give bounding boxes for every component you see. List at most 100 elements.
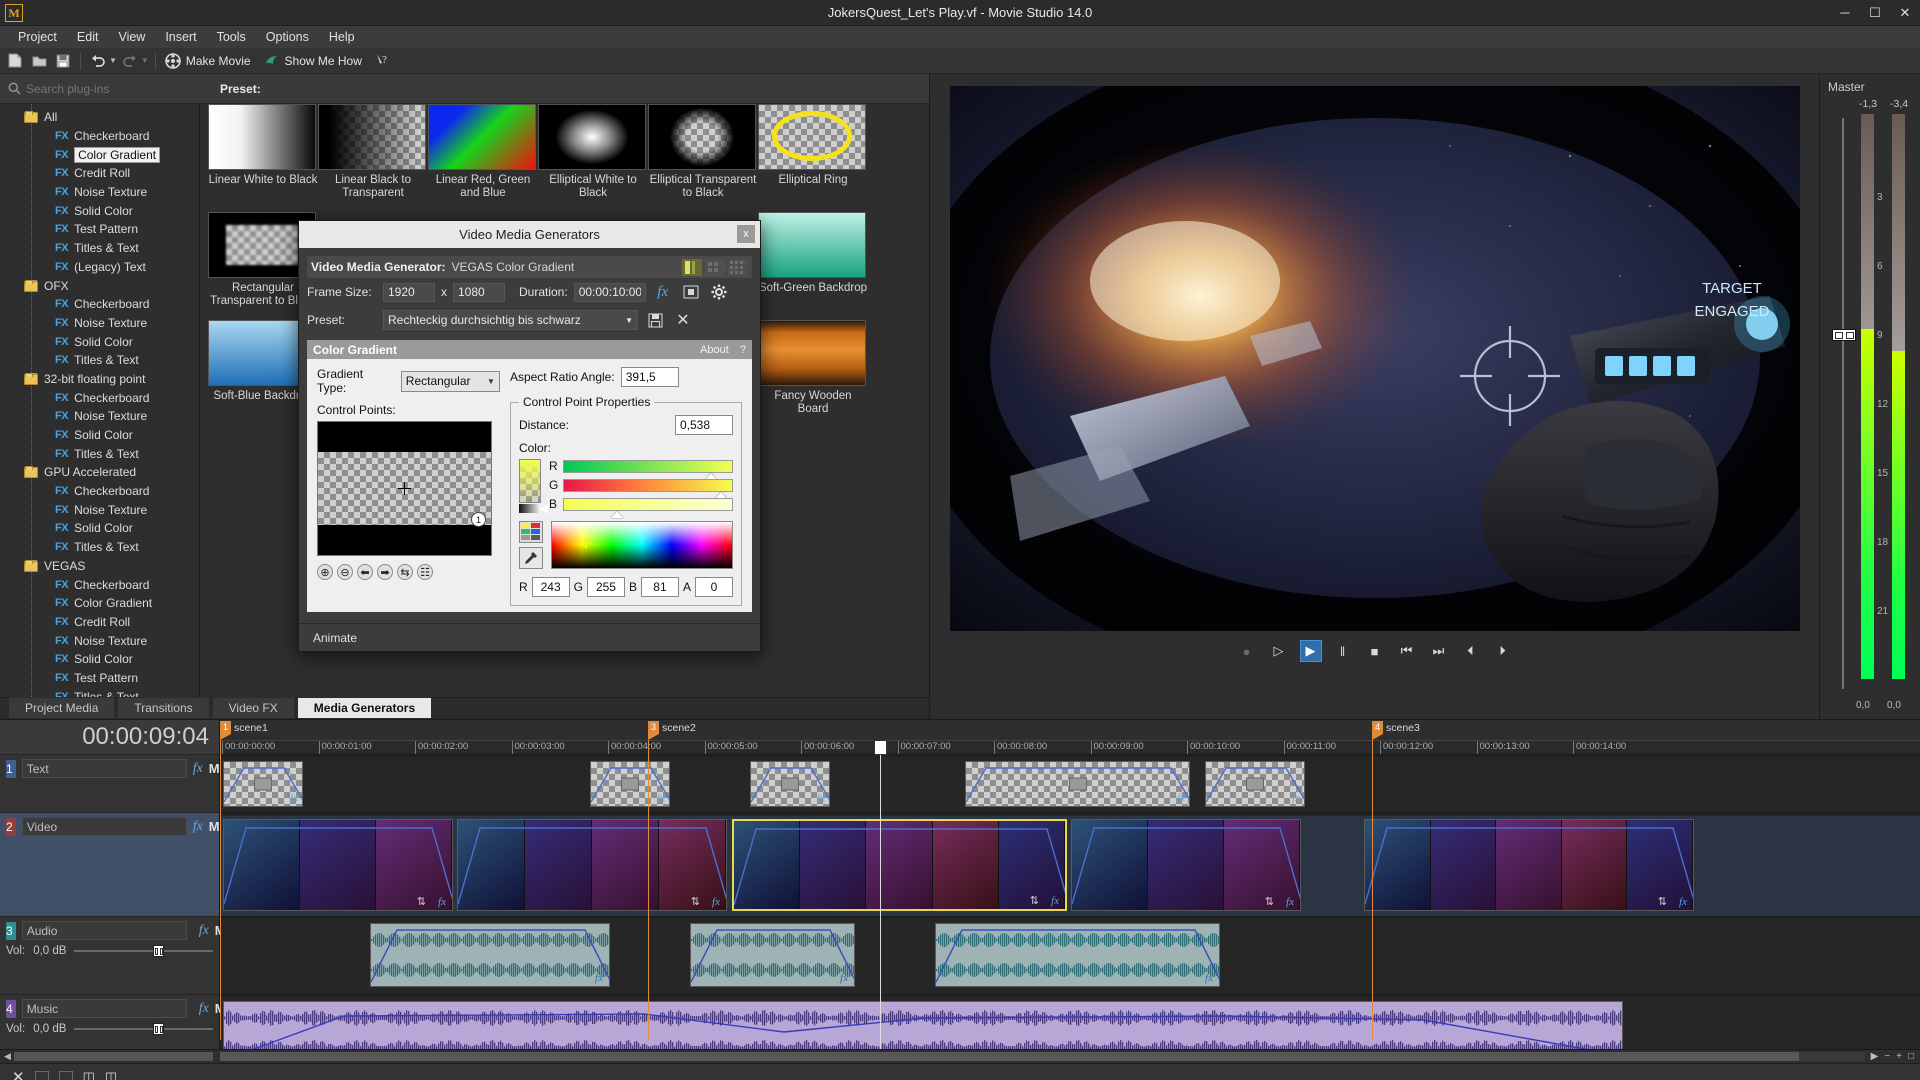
tree-item-checkerboard[interactable]: FXCheckerboard — [0, 295, 199, 314]
marker-row[interactable]: 1scene13scene24scene3 — [220, 720, 1920, 740]
gradient-type-select[interactable]: Rectangular ▼ — [401, 371, 500, 392]
track-lane[interactable]: fxfxfx — [220, 920, 1920, 995]
enable-snapping-icon[interactable] — [35, 1071, 49, 1080]
show-me-how-icon[interactable] — [261, 50, 283, 72]
close-icon[interactable]: ✕ — [12, 1068, 25, 1080]
playhead[interactable] — [880, 740, 881, 1049]
timeline-clip[interactable]: fx — [223, 761, 303, 807]
timeline-clip[interactable]: ⇅fx — [223, 819, 453, 911]
timeline-clip[interactable]: ⇅fx — [1071, 819, 1301, 911]
make-movie-icon[interactable] — [162, 50, 184, 72]
tree-item-titles-text[interactable]: FXTitles & Text — [0, 444, 199, 463]
preset-item[interactable]: Linear Black to Transparent — [318, 104, 428, 200]
track-name-input[interactable] — [22, 817, 187, 836]
tree-item-titles-text[interactable]: FXTitles & Text — [0, 687, 199, 697]
menu-item-edit[interactable]: Edit — [67, 27, 109, 47]
tab-transitions[interactable]: Transitions — [117, 697, 209, 719]
eyedropper-icon[interactable] — [519, 547, 543, 569]
tree-group-32-bit-floating-point[interactable]: −32-bit floating point — [0, 370, 199, 389]
tree-group-all[interactable]: −All — [0, 108, 199, 127]
preset-item[interactable]: Fancy Wooden Board — [758, 320, 868, 416]
tree-item-noise-texture[interactable]: FXNoise Texture — [0, 183, 199, 202]
timeline-clip[interactable]: fx — [1205, 761, 1305, 807]
timeline-clip[interactable]: fx — [935, 923, 1220, 987]
panel-tab-bar[interactable]: Project MediaTransitionsVideo FXMedia Ge… — [0, 697, 929, 719]
frame-width-input[interactable] — [383, 283, 435, 302]
alpha-gradient-strip[interactable] — [519, 504, 541, 513]
play-from-start-button[interactable]: ▷ — [1268, 640, 1290, 662]
gear-icon[interactable] — [708, 282, 730, 302]
zoom-out-button[interactable]: − — [1884, 1051, 1890, 1062]
tree-item-test-pattern[interactable]: FXTest Pattern — [0, 220, 199, 239]
undo-dropdown-icon[interactable]: ▼ — [109, 56, 117, 65]
tree-item-noise-texture[interactable]: FXNoise Texture — [0, 631, 199, 650]
tab-project-media[interactable]: Project Media — [8, 697, 115, 719]
track-fx-button[interactable]: fx — [193, 819, 203, 835]
envelope-tool-icon[interactable]: ◫ — [105, 1069, 117, 1080]
stop-button[interactable]: ■ — [1364, 640, 1386, 662]
control-point-center-handle[interactable] — [398, 482, 411, 495]
split-view-icon[interactable] — [705, 259, 725, 276]
track-header-video[interactable]: 2fxMS — [0, 813, 219, 917]
preset-thumbnail[interactable] — [758, 320, 866, 386]
tree-item-color-gradient[interactable]: FXColor Gradient — [0, 594, 199, 613]
tree-item-solid-color[interactable]: FXSolid Color — [0, 650, 199, 669]
preset-thumbnail[interactable] — [428, 104, 536, 170]
preset-item[interactable]: Elliptical Ring — [758, 104, 868, 187]
animate-label[interactable]: Animate — [313, 631, 357, 645]
distribute-points-button[interactable]: ☷ — [417, 564, 433, 580]
preset-item[interactable]: Elliptical White to Black — [538, 104, 648, 200]
rgba-value-row[interactable]: RGBA — [519, 577, 733, 597]
zoom-in-button[interactable]: + — [1896, 1051, 1902, 1062]
track-name-input[interactable] — [22, 759, 187, 778]
track-header-audio[interactable]: 3fxMSVol:0,0 dB — [0, 917, 219, 995]
horizontal-scroll-track[interactable] — [220, 1052, 1865, 1061]
scroll-right-arrow-icon[interactable]: ▶ — [1871, 1051, 1879, 1062]
go-to-start-button[interactable]: ⏮ — [1396, 640, 1418, 662]
tree-item-credit-roll[interactable]: FXCredit Roll — [0, 613, 199, 632]
video-media-generators-dialog[interactable]: Video Media Generators x Video Media Gen… — [298, 220, 761, 652]
tree-group-ofx[interactable]: −OFX — [0, 276, 199, 295]
timeline-clip[interactable]: ⇅fx — [732, 819, 1067, 911]
preset-thumbnail[interactable] — [538, 104, 646, 170]
tree-item-noise-texture[interactable]: FXNoise Texture — [0, 407, 199, 426]
preset-thumbnail[interactable] — [318, 104, 426, 170]
pause-button[interactable]: ‖ — [1332, 640, 1354, 662]
control-point-buttons[interactable]: ⊕ ⊖ ⬅ ➡ ⇆ ☷ — [317, 564, 500, 580]
undo-icon[interactable] — [87, 50, 109, 72]
open-project-icon[interactable] — [28, 50, 50, 72]
preset-item[interactable]: Linear Red, Green and Blue — [428, 104, 538, 200]
tab-video-fx[interactable]: Video FX — [212, 697, 295, 719]
tree-item-solid-color[interactable]: FXSolid Color — [0, 426, 199, 445]
slider-r[interactable] — [563, 460, 733, 473]
scroll-left-arrow-icon[interactable]: ◀ — [4, 1051, 11, 1062]
tree-item-noise-texture[interactable]: FXNoise Texture — [0, 314, 199, 333]
track-lane[interactable]: ⇅fx⇅fx⇅fx⇅fx⇅fx — [220, 816, 1920, 917]
tracks-area[interactable]: 1scene13scene24scene3 00:00:00:0000:00:0… — [220, 720, 1920, 1049]
tree-item-color-gradient[interactable]: FXColor Gradient — [0, 145, 199, 164]
track-name-input[interactable] — [22, 999, 187, 1018]
tree-item-solid-color[interactable]: FXSolid Color — [0, 332, 199, 351]
tree-item-checkerboard[interactable]: FXCheckerboard — [0, 575, 199, 594]
preset-item[interactable]: Linear White to Black — [208, 104, 318, 187]
preset-select[interactable]: Rechteckig durchsichtig bis schwarz ▼ — [383, 310, 638, 330]
minimize-button[interactable]: ─ — [1830, 0, 1860, 26]
timecode-display[interactable]: 00:00:09:04 — [0, 720, 219, 755]
track-lane[interactable]: fx — [220, 998, 1920, 1049]
record-button[interactable]: ● — [1236, 640, 1258, 662]
help-question-icon[interactable]: ? — [740, 344, 746, 356]
preset-thumbnail[interactable] — [758, 104, 866, 170]
flip-points-button[interactable]: ⇆ — [397, 564, 413, 580]
master-volume-slider[interactable] — [1842, 118, 1844, 689]
timeline-clip[interactable]: ⇅fx — [1364, 819, 1694, 911]
dialog-close-button[interactable]: x — [737, 225, 755, 243]
control-point-1-handle[interactable]: 1 — [471, 512, 486, 527]
timeline-clip[interactable]: fx — [223, 1001, 1623, 1049]
search-box[interactable] — [0, 82, 200, 96]
play-button[interactable]: ▶ — [1300, 640, 1322, 662]
redo-dropdown-icon[interactable]: ▼ — [141, 56, 149, 65]
tree-item-noise-texture[interactable]: FXNoise Texture — [0, 500, 199, 519]
undo-group[interactable]: ▼ — [87, 50, 117, 72]
master-volume-thumb[interactable] — [1832, 329, 1856, 341]
zoom-tool-icon[interactable]: □ — [1908, 1051, 1914, 1062]
